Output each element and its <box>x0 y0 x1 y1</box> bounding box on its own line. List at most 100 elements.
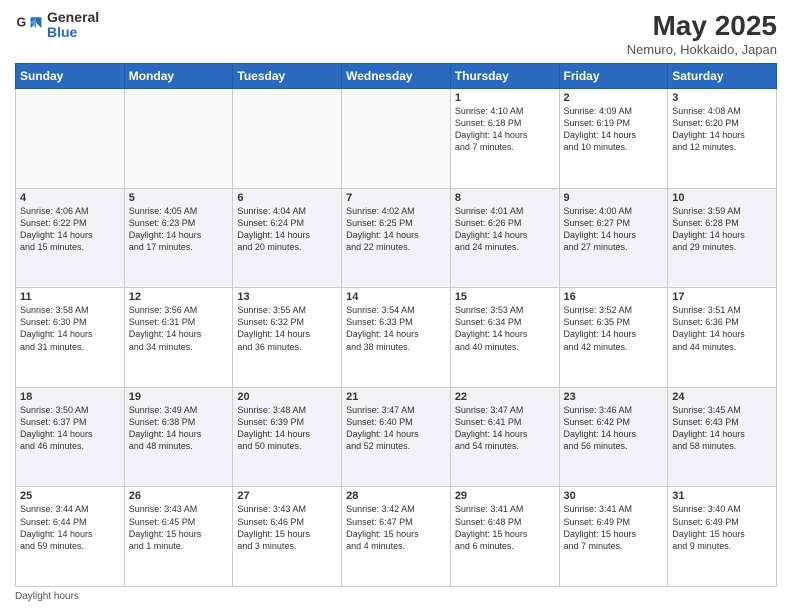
day-info: Sunrise: 3:46 AMSunset: 6:42 PMDaylight:… <box>564 404 664 453</box>
day-info: Sunrise: 3:58 AMSunset: 6:30 PMDaylight:… <box>20 304 120 353</box>
calendar-cell: 22Sunrise: 3:47 AMSunset: 6:41 PMDayligh… <box>450 387 559 487</box>
day-info: Sunrise: 3:55 AMSunset: 6:32 PMDaylight:… <box>237 304 337 353</box>
day-number: 24 <box>672 391 772 403</box>
calendar-table: SundayMondayTuesdayWednesdayThursdayFrid… <box>15 63 777 587</box>
calendar-cell: 1Sunrise: 4:10 AMSunset: 6:18 PMDaylight… <box>450 89 559 189</box>
day-info: Sunrise: 3:56 AMSunset: 6:31 PMDaylight:… <box>129 304 229 353</box>
day-info: Sunrise: 3:43 AMSunset: 6:45 PMDaylight:… <box>129 503 229 552</box>
calendar-cell <box>233 89 342 189</box>
calendar-cell: 8Sunrise: 4:01 AMSunset: 6:26 PMDaylight… <box>450 188 559 288</box>
day-number: 18 <box>20 391 120 403</box>
footer-note: Daylight hours <box>15 591 777 602</box>
calendar-cell: 2Sunrise: 4:09 AMSunset: 6:19 PMDaylight… <box>559 89 668 189</box>
calendar-cell: 11Sunrise: 3:58 AMSunset: 6:30 PMDayligh… <box>16 288 125 388</box>
calendar-cell: 14Sunrise: 3:54 AMSunset: 6:33 PMDayligh… <box>342 288 451 388</box>
day-number: 4 <box>20 192 120 204</box>
day-number: 14 <box>346 291 446 303</box>
day-number: 11 <box>20 291 120 303</box>
calendar-cell: 24Sunrise: 3:45 AMSunset: 6:43 PMDayligh… <box>668 387 777 487</box>
week-row-1: 1Sunrise: 4:10 AMSunset: 6:18 PMDaylight… <box>16 89 777 189</box>
day-number: 25 <box>20 490 120 502</box>
day-number: 5 <box>129 192 229 204</box>
day-info: Sunrise: 3:52 AMSunset: 6:35 PMDaylight:… <box>564 304 664 353</box>
day-info: Sunrise: 4:05 AMSunset: 6:23 PMDaylight:… <box>129 205 229 254</box>
day-info: Sunrise: 3:44 AMSunset: 6:44 PMDaylight:… <box>20 503 120 552</box>
calendar-cell <box>16 89 125 189</box>
day-info: Sunrise: 3:47 AMSunset: 6:40 PMDaylight:… <box>346 404 446 453</box>
day-info: Sunrise: 4:00 AMSunset: 6:27 PMDaylight:… <box>564 205 664 254</box>
day-number: 2 <box>564 92 664 104</box>
calendar-cell: 5Sunrise: 4:05 AMSunset: 6:23 PMDaylight… <box>124 188 233 288</box>
header-friday: Friday <box>559 64 668 89</box>
day-number: 9 <box>564 192 664 204</box>
calendar-cell: 26Sunrise: 3:43 AMSunset: 6:45 PMDayligh… <box>124 487 233 587</box>
day-info: Sunrise: 3:42 AMSunset: 6:47 PMDaylight:… <box>346 503 446 552</box>
day-info: Sunrise: 3:45 AMSunset: 6:43 PMDaylight:… <box>672 404 772 453</box>
logo-general: General <box>47 9 99 25</box>
location: Nemuro, Hokkaido, Japan <box>627 42 777 57</box>
day-info: Sunrise: 3:54 AMSunset: 6:33 PMDaylight:… <box>346 304 446 353</box>
calendar-cell: 10Sunrise: 3:59 AMSunset: 6:28 PMDayligh… <box>668 188 777 288</box>
logo-blue: Blue <box>47 24 77 40</box>
day-info: Sunrise: 4:09 AMSunset: 6:19 PMDaylight:… <box>564 105 664 154</box>
day-info: Sunrise: 4:04 AMSunset: 6:24 PMDaylight:… <box>237 205 337 254</box>
day-number: 28 <box>346 490 446 502</box>
day-header-row: SundayMondayTuesdayWednesdayThursdayFrid… <box>16 64 777 89</box>
day-number: 12 <box>129 291 229 303</box>
month-title: May 2025 <box>627 10 777 42</box>
week-row-4: 18Sunrise: 3:50 AMSunset: 6:37 PMDayligh… <box>16 387 777 487</box>
calendar-cell <box>342 89 451 189</box>
calendar-cell: 4Sunrise: 4:06 AMSunset: 6:22 PMDaylight… <box>16 188 125 288</box>
calendar-cell: 31Sunrise: 3:40 AMSunset: 6:49 PMDayligh… <box>668 487 777 587</box>
day-number: 21 <box>346 391 446 403</box>
calendar-cell <box>124 89 233 189</box>
svg-text:G: G <box>17 16 27 30</box>
day-number: 3 <box>672 92 772 104</box>
day-number: 27 <box>237 490 337 502</box>
calendar-cell: 9Sunrise: 4:00 AMSunset: 6:27 PMDaylight… <box>559 188 668 288</box>
calendar-cell: 18Sunrise: 3:50 AMSunset: 6:37 PMDayligh… <box>16 387 125 487</box>
day-info: Sunrise: 3:48 AMSunset: 6:39 PMDaylight:… <box>237 404 337 453</box>
logo: G General Blue <box>15 10 99 41</box>
day-number: 30 <box>564 490 664 502</box>
calendar-cell: 25Sunrise: 3:44 AMSunset: 6:44 PMDayligh… <box>16 487 125 587</box>
day-number: 17 <box>672 291 772 303</box>
day-number: 8 <box>455 192 555 204</box>
day-info: Sunrise: 3:51 AMSunset: 6:36 PMDaylight:… <box>672 304 772 353</box>
calendar-cell: 20Sunrise: 3:48 AMSunset: 6:39 PMDayligh… <box>233 387 342 487</box>
day-info: Sunrise: 3:41 AMSunset: 6:48 PMDaylight:… <box>455 503 555 552</box>
day-number: 1 <box>455 92 555 104</box>
header-sunday: Sunday <box>16 64 125 89</box>
calendar-cell: 17Sunrise: 3:51 AMSunset: 6:36 PMDayligh… <box>668 288 777 388</box>
day-info: Sunrise: 4:08 AMSunset: 6:20 PMDaylight:… <box>672 105 772 154</box>
calendar-cell: 23Sunrise: 3:46 AMSunset: 6:42 PMDayligh… <box>559 387 668 487</box>
calendar-cell: 16Sunrise: 3:52 AMSunset: 6:35 PMDayligh… <box>559 288 668 388</box>
day-info: Sunrise: 3:43 AMSunset: 6:46 PMDaylight:… <box>237 503 337 552</box>
header-monday: Monday <box>124 64 233 89</box>
day-number: 15 <box>455 291 555 303</box>
week-row-3: 11Sunrise: 3:58 AMSunset: 6:30 PMDayligh… <box>16 288 777 388</box>
day-info: Sunrise: 3:53 AMSunset: 6:34 PMDaylight:… <box>455 304 555 353</box>
page: G General Blue May 2025 Nemuro, Hokkaido… <box>0 0 792 612</box>
header-thursday: Thursday <box>450 64 559 89</box>
day-number: 16 <box>564 291 664 303</box>
day-info: Sunrise: 4:10 AMSunset: 6:18 PMDaylight:… <box>455 105 555 154</box>
header-saturday: Saturday <box>668 64 777 89</box>
day-number: 19 <box>129 391 229 403</box>
day-info: Sunrise: 3:59 AMSunset: 6:28 PMDaylight:… <box>672 205 772 254</box>
calendar-cell: 6Sunrise: 4:04 AMSunset: 6:24 PMDaylight… <box>233 188 342 288</box>
day-number: 13 <box>237 291 337 303</box>
week-row-2: 4Sunrise: 4:06 AMSunset: 6:22 PMDaylight… <box>16 188 777 288</box>
day-number: 26 <box>129 490 229 502</box>
logo-icon: G <box>15 11 43 39</box>
header: G General Blue May 2025 Nemuro, Hokkaido… <box>15 10 777 57</box>
calendar-cell: 13Sunrise: 3:55 AMSunset: 6:32 PMDayligh… <box>233 288 342 388</box>
day-info: Sunrise: 3:40 AMSunset: 6:49 PMDaylight:… <box>672 503 772 552</box>
day-info: Sunrise: 3:49 AMSunset: 6:38 PMDaylight:… <box>129 404 229 453</box>
title-area: May 2025 Nemuro, Hokkaido, Japan <box>627 10 777 57</box>
day-info: Sunrise: 3:50 AMSunset: 6:37 PMDaylight:… <box>20 404 120 453</box>
day-number: 6 <box>237 192 337 204</box>
day-info: Sunrise: 4:06 AMSunset: 6:22 PMDaylight:… <box>20 205 120 254</box>
header-tuesday: Tuesday <box>233 64 342 89</box>
day-number: 31 <box>672 490 772 502</box>
